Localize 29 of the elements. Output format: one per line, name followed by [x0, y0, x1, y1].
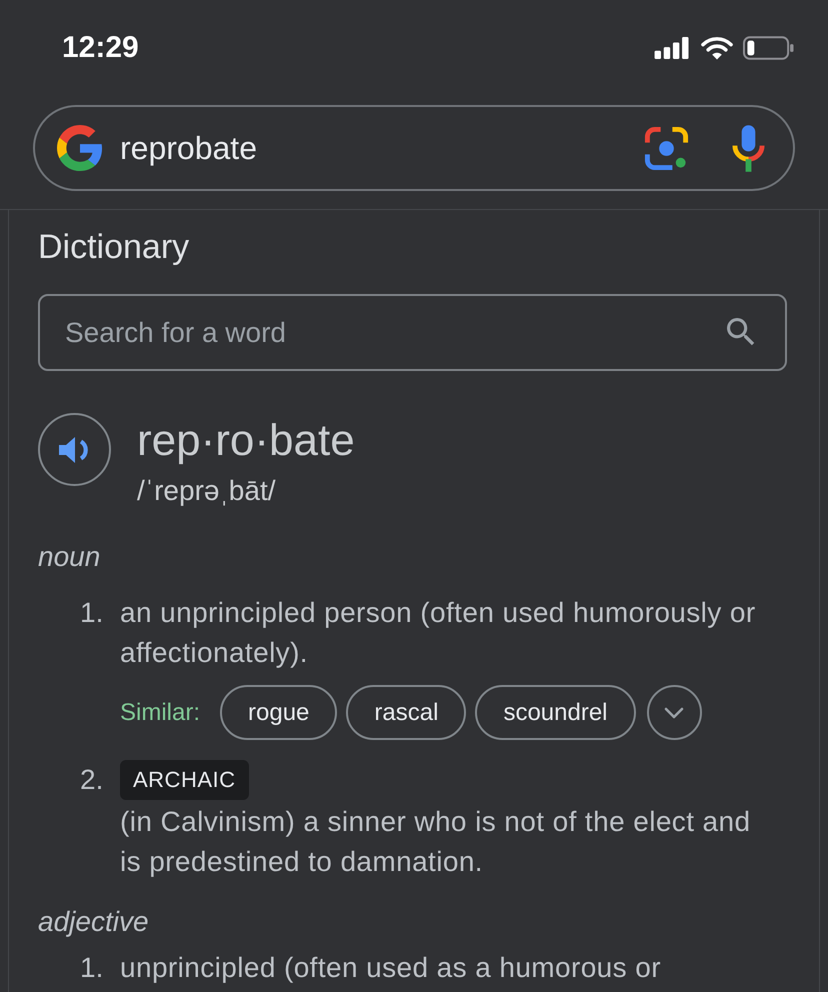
synonym-chip[interactable]: rogue	[220, 685, 338, 740]
search-bar[interactable]: reprobate	[33, 105, 795, 191]
camera-scan-icon[interactable]	[643, 124, 690, 172]
definition-number: 1.	[79, 596, 104, 630]
part-of-speech: noun	[38, 540, 102, 574]
expand-button[interactable]	[646, 685, 702, 740]
synonym-chip[interactable]: rascal	[346, 685, 466, 740]
definition-text: unprincipled (often used as a humorous or	[120, 951, 662, 985]
signal-icon	[653, 37, 691, 59]
word-search-field[interactable]: Search for a word	[38, 294, 787, 371]
clock-time: 12:29	[62, 31, 139, 65]
similar-label: Similar:	[120, 698, 200, 726]
chevron-down-icon	[664, 706, 684, 718]
wifi-icon	[701, 36, 733, 60]
part-of-speech: adjective	[38, 905, 150, 939]
logo-icon	[57, 125, 103, 171]
search-icon[interactable]	[727, 318, 755, 346]
microphone-icon[interactable]	[732, 124, 765, 172]
battery-icon	[743, 36, 794, 60]
definition-number: 2.	[79, 763, 104, 797]
section-title: Dictionary	[38, 227, 190, 267]
definition-text: an unprincipled person (often used humorously or affectionately).	[120, 596, 757, 670]
definition-text: (in Calvinism) a sinner who is not of the elect and is predestined to damnation.	[120, 805, 752, 879]
headword: rep·ro·bate	[137, 415, 355, 467]
phonetic-spelling: /ˈreprəˌbāt/	[137, 474, 276, 508]
synonym-chip[interactable]: scoundrel	[475, 685, 636, 740]
pronunciation-button[interactable]	[38, 413, 111, 486]
definition-number: 1.	[79, 951, 104, 985]
usage-label: ARCHAIC	[120, 760, 249, 800]
